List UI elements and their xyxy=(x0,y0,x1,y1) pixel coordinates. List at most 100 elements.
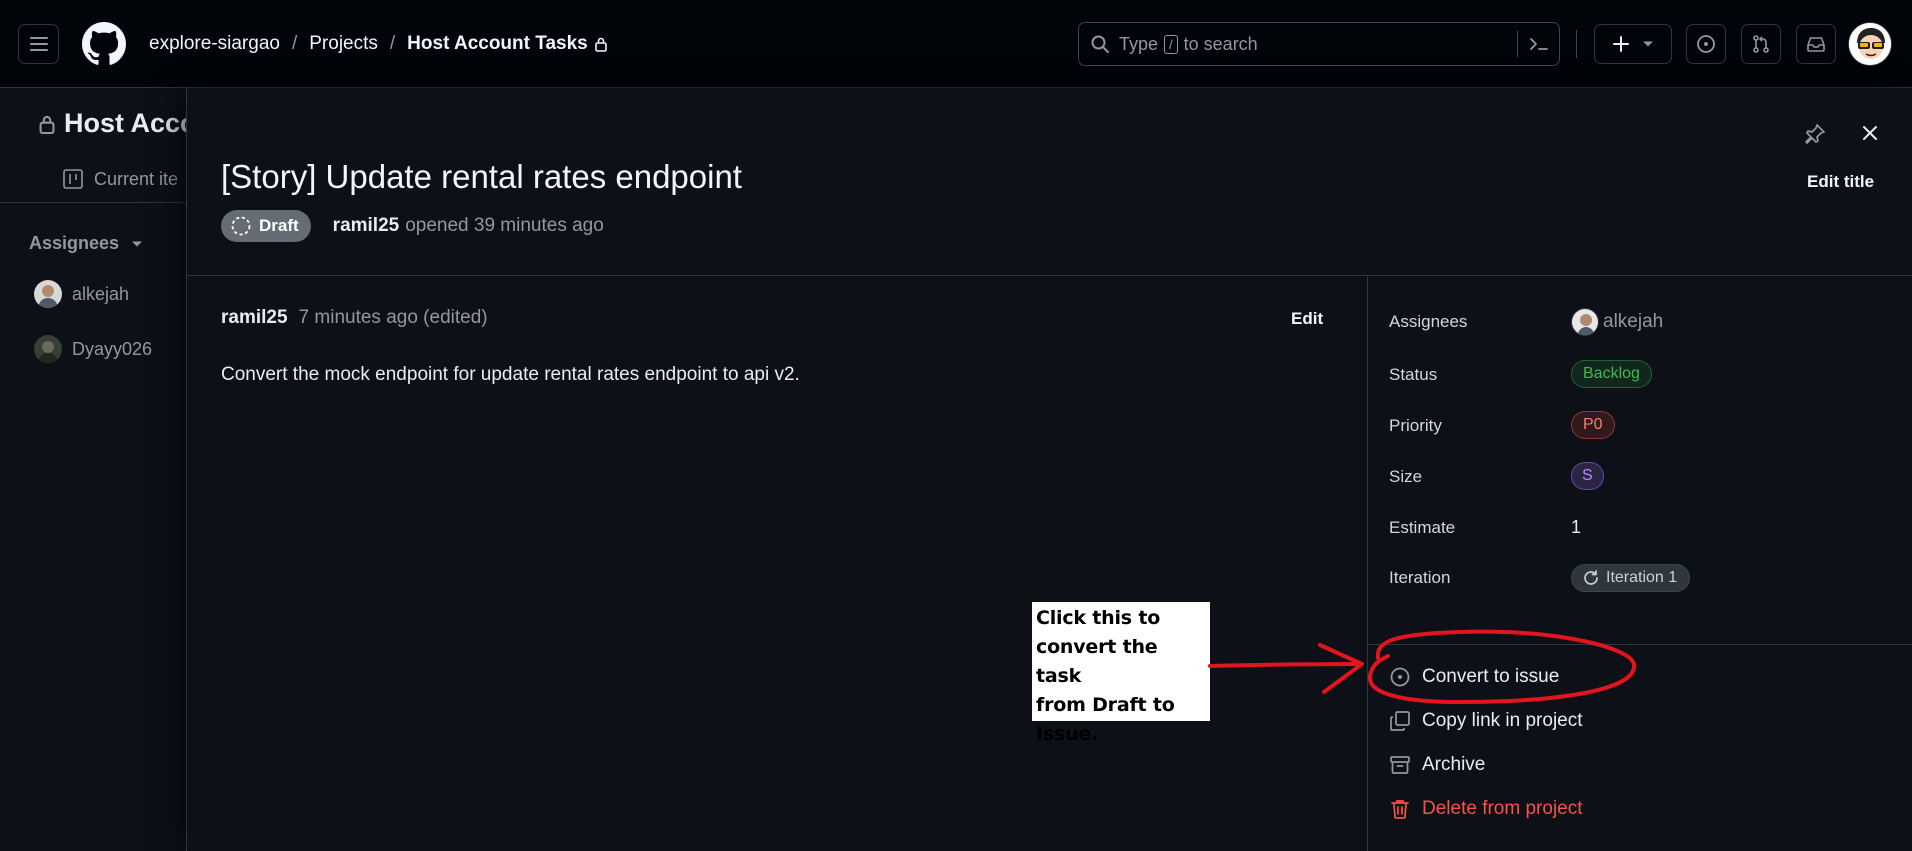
avatar xyxy=(34,280,62,308)
annotation-line: Click this to xyxy=(1036,607,1161,629)
field-value-size[interactable]: S xyxy=(1571,462,1604,490)
item-meta: Draft ramil25 opened 39 minutes ago xyxy=(221,210,604,242)
issues-button[interactable] xyxy=(1686,24,1726,64)
person-name: Dyayy026 xyxy=(72,338,153,359)
archive-icon xyxy=(1389,754,1411,776)
field-value-priority[interactable]: P0 xyxy=(1571,411,1615,439)
convert-to-issue-button[interactable]: Convert to issue xyxy=(1389,666,1559,688)
group-person-alkejah[interactable]: alkejah xyxy=(34,280,129,308)
pull-requests-button[interactable] xyxy=(1741,24,1781,64)
field-label-estimate: Estimate xyxy=(1389,518,1456,537)
field-value-status[interactable]: Backlog xyxy=(1571,360,1652,388)
caret-down-icon xyxy=(131,240,143,248)
annotation-line: from Draft to xyxy=(1036,694,1175,716)
author-link[interactable]: ramil25 xyxy=(333,215,400,237)
search-icon xyxy=(1090,34,1110,54)
archive-button[interactable]: Archive xyxy=(1389,754,1485,776)
iteration-label: Iteration 1 xyxy=(1606,569,1678,586)
person-name: alkejah xyxy=(72,283,130,304)
avatar xyxy=(34,335,62,363)
edit-comment-button[interactable]: Edit xyxy=(1291,309,1323,329)
field-value-iteration[interactable]: Iteration 1 xyxy=(1571,564,1691,592)
group-label: Assignees xyxy=(29,233,120,253)
delete-label: Delete from project xyxy=(1422,798,1583,819)
status-badge-label: Draft xyxy=(259,216,299,235)
field-label-assignees: Assignees xyxy=(1389,312,1468,331)
view-tab-current[interactable]: Current ite xyxy=(62,168,178,190)
lock-icon xyxy=(38,113,56,135)
issue-opened-icon xyxy=(1389,666,1411,688)
lock-icon xyxy=(594,36,608,52)
delete-from-project-button[interactable]: Delete from project xyxy=(1389,798,1583,820)
pin-button[interactable] xyxy=(1803,122,1827,146)
field-label-priority: Priority xyxy=(1389,416,1442,435)
command-palette-icon[interactable] xyxy=(1517,31,1559,57)
trash-icon xyxy=(1389,798,1411,820)
annotation-callout: Click this to convert the task from Draf… xyxy=(1032,602,1210,745)
chevron-down-icon xyxy=(1643,41,1653,47)
table-view-icon xyxy=(62,168,84,190)
comment-timestamp: 7 minutes ago (edited) xyxy=(298,307,488,328)
group-person-dyayy026[interactable]: Dyayy026 xyxy=(34,335,152,363)
inbox-button[interactable] xyxy=(1796,24,1836,64)
assignee-name: alkejah xyxy=(1603,311,1664,332)
convert-to-issue-label: Convert to issue xyxy=(1422,666,1560,687)
issues-icon xyxy=(1697,35,1715,53)
breadcrumb-projects-link[interactable]: Projects xyxy=(309,33,378,55)
item-title: [Story] Update rental rates endpoint xyxy=(221,158,742,195)
global-header: explore-siargao / Projects / Host Accoun… xyxy=(0,0,1912,88)
breadcrumb: explore-siargao / Projects / Host Accoun… xyxy=(149,30,608,58)
breadcrumb-org-link[interactable]: explore-siargao xyxy=(149,33,280,55)
copy-icon xyxy=(1389,710,1411,732)
tabs-divider xyxy=(0,202,190,203)
draft-icon xyxy=(230,215,252,237)
group-by-assignees[interactable]: Assignees xyxy=(29,233,143,254)
pin-icon xyxy=(1805,124,1825,144)
search-input[interactable]: Type / to search xyxy=(1078,22,1560,66)
hamburger-icon xyxy=(29,37,48,51)
annotation-line: Issue. xyxy=(1036,723,1099,745)
github-logo-icon[interactable] xyxy=(82,22,126,66)
hamburger-menu-button[interactable] xyxy=(18,24,59,64)
panel-header: [Story] Update rental rates endpoint Edi… xyxy=(187,88,1912,276)
opened-text: opened 39 minutes ago xyxy=(405,215,604,236)
pull-requests-icon xyxy=(1753,35,1769,53)
project-title-text: Host Acco xyxy=(64,108,197,138)
user-avatar[interactable] xyxy=(1848,22,1892,66)
comment-body: Convert the mock endpoint for update ren… xyxy=(221,364,800,385)
avatar xyxy=(1571,308,1599,336)
project-title: Host Acco xyxy=(38,108,197,139)
annotation-line: convert the task xyxy=(1036,636,1158,687)
field-label-status: Status xyxy=(1389,365,1438,384)
copy-link-button[interactable]: Copy link in project xyxy=(1389,710,1583,732)
field-value-assignees[interactable]: alkejah xyxy=(1571,308,1663,336)
status-pill: Backlog xyxy=(1571,360,1652,388)
close-icon xyxy=(1863,126,1877,140)
create-new-button[interactable] xyxy=(1594,24,1672,64)
inbox-icon xyxy=(1807,37,1825,52)
copy-link-label: Copy link in project xyxy=(1422,710,1583,731)
priority-pill: P0 xyxy=(1571,411,1615,439)
edit-title-button[interactable]: Edit title xyxy=(1807,172,1874,192)
search-suffix: to search xyxy=(1183,33,1258,54)
field-value-estimate[interactable]: 1 xyxy=(1571,517,1581,538)
plus-icon xyxy=(1613,36,1629,52)
search-prefix: Type xyxy=(1119,33,1159,54)
breadcrumb-project-link[interactable]: Host Account Tasks xyxy=(407,33,588,55)
actions-divider xyxy=(1368,644,1912,645)
size-pill: S xyxy=(1571,462,1604,490)
search-shortcut-key: / xyxy=(1164,34,1178,54)
close-button[interactable] xyxy=(1859,122,1881,144)
field-label-iteration: Iteration xyxy=(1389,568,1451,587)
header-divider xyxy=(1576,30,1577,58)
breadcrumb-separator: / xyxy=(389,33,396,54)
sidebar-divider xyxy=(1367,276,1368,851)
field-label-size: Size xyxy=(1389,467,1423,486)
comment-author-link[interactable]: ramil25 xyxy=(221,307,288,329)
comment-header: ramil25 7 minutes ago (edited) xyxy=(221,307,488,329)
iteration-icon xyxy=(1582,569,1600,587)
breadcrumb-separator: / xyxy=(291,33,298,54)
iteration-pill: Iteration 1 xyxy=(1571,564,1691,592)
archive-label: Archive xyxy=(1422,754,1486,775)
status-badge: Draft xyxy=(221,210,311,242)
